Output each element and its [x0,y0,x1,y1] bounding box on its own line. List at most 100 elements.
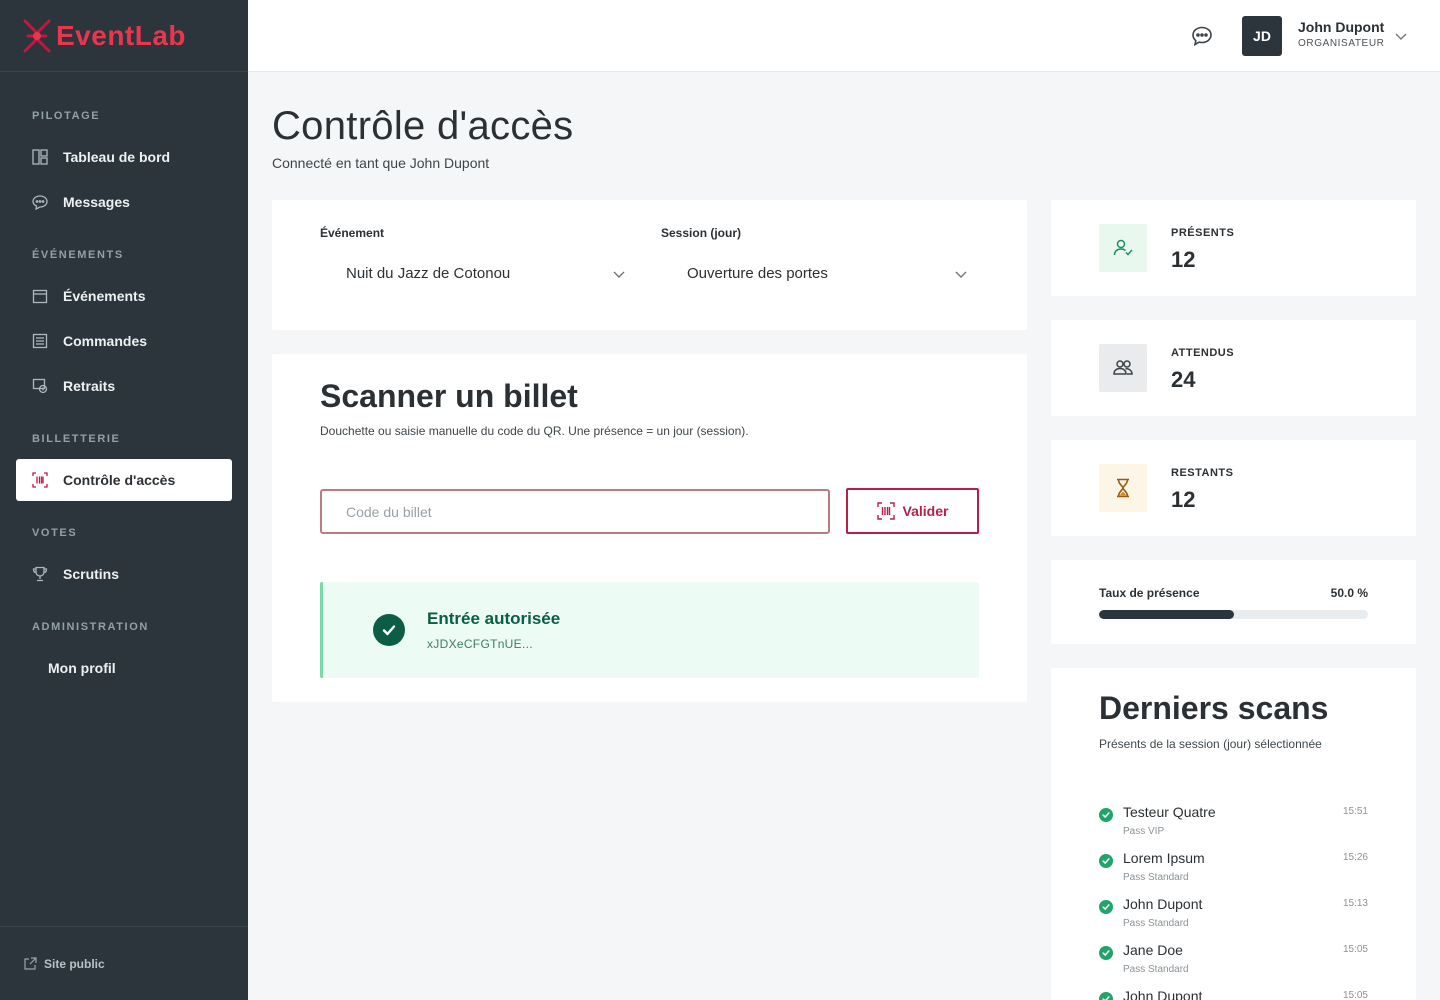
sidebar-item-label: Scrutins [63,566,120,582]
brand[interactable]: EventLab [0,0,248,72]
sidebar-item-orders[interactable]: Commandes [0,320,232,362]
withdraw-icon [32,378,48,394]
dashboard-icon [32,149,48,165]
orders-icon [32,333,48,349]
check-circle-icon [1099,900,1113,914]
stat-label: ATTENDUS [1171,347,1235,359]
result-title: Entrée autorisée [427,609,561,628]
sidebar-item-label: Messages [63,194,130,210]
page-subtitle: Connecté en tant que John Dupont [272,155,490,171]
scan-time: 15:51 [1342,806,1368,817]
scan-pass: Pass Standard [1123,872,1189,883]
nav-section-billetterie: BILLETTERIE [32,433,121,445]
sidebar: EventLab PILOTAGE Tableau de bord Messag… [0,0,248,1000]
sidebar-item-events[interactable]: Événements [0,275,232,317]
sidebar-item-label: Contrôle d'accès [63,472,176,488]
users-icon [1099,344,1147,392]
list-item: Jane Doe Pass Standard 15:05 [1099,940,1368,986]
scan-pass: Pass Standard [1123,964,1189,975]
stat-value: 12 [1171,487,1196,512]
sidebar-item-profile[interactable]: Mon profil [0,647,232,689]
logo-icon [23,19,51,52]
scan-result-success: Entrée autorisée xJDXeCFGTnUE... [320,582,979,678]
site-public-label: Site public [44,956,105,971]
session-label: Session (jour) [661,226,742,240]
topbar: JD John Dupont ORGANISATEUR [248,0,1440,72]
scan-name: Lorem Ipsum [1123,850,1205,866]
chevron-down-icon[interactable] [954,267,968,281]
sidebar-item-withdrawals[interactable]: Retraits [0,365,232,407]
recent-title: Derniers scans [1099,690,1329,726]
site-public-link[interactable]: Site public [0,926,248,1000]
scan-name: John Dupont [1123,896,1203,912]
scan-pass: Pass Standard [1123,918,1189,929]
nav-section-pilotage: PILOTAGE [32,110,101,122]
sidebar-item-label: Tableau de bord [63,149,171,165]
event-label: Événement [320,226,385,240]
ticket-code-input[interactable] [320,489,830,534]
stat-remaining: RESTANTS 12 [1051,440,1416,536]
event-select[interactable]: Nuit du Jazz de Cotonou [346,265,510,282]
user-check-icon [1099,224,1147,272]
scan-name: Testeur Quatre [1123,804,1216,820]
check-circle-icon [1099,808,1113,822]
sidebar-item-label: Commandes [63,333,148,349]
scanner-title: Scanner un billet [320,378,578,414]
sidebar-item-label: Mon profil [48,660,116,676]
recent-scans-list: Testeur Quatre Pass VIP 15:51 Lorem Ipsu… [1099,802,1368,1000]
list-item: John Dupont 15:05 [1099,986,1368,1000]
nav-section-administration: ADMINISTRATION [32,621,149,633]
attendance-value: 50.0 % [1330,586,1368,600]
check-circle-icon [1099,946,1113,960]
avatar[interactable]: JD [1242,16,1282,56]
stat-value: 12 [1171,247,1196,272]
recent-scans-card: Derniers scans Présents de la session (j… [1051,668,1416,1000]
calendar-icon [32,288,48,304]
scanner-card: Scanner un billet Douchette ou saisie ma… [272,354,1027,702]
chat-icon [32,194,48,210]
validate-button[interactable]: Valider [846,488,979,534]
stat-label: PRÉSENTS [1171,227,1235,239]
session-select[interactable]: Ouverture des portes [687,265,828,282]
scan-time: 15:05 [1342,990,1368,1000]
sidebar-item-access-control[interactable]: Contrôle d'accès [16,459,232,501]
attendance-label: Taux de présence [1099,586,1200,600]
list-item: Testeur Quatre Pass VIP 15:51 [1099,802,1368,848]
result-code: xJDXeCFGTnUE... [427,637,533,651]
trophy-icon [32,566,48,582]
stat-present: PRÉSENTS 12 [1051,200,1416,296]
messages-icon[interactable] [1190,24,1214,48]
sidebar-item-label: Retraits [63,378,116,394]
stat-value: 24 [1171,367,1196,392]
sidebar-item-label: Événements [63,288,146,304]
user-name[interactable]: John Dupont [1298,19,1384,35]
nav-section-evenements: ÉVÉNEMENTS [32,249,124,261]
filters-card: Événement Nuit du Jazz de Cotonou Sessio… [272,200,1027,330]
nav-section-votes: VOTES [32,527,78,539]
stat-label: RESTANTS [1171,467,1234,479]
attendance-progress-fill [1099,610,1234,619]
check-circle-icon [373,614,405,646]
list-item: Lorem Ipsum Pass Standard 15:26 [1099,848,1368,894]
sidebar-item-messages[interactable]: Messages [0,181,232,223]
chevron-down-icon[interactable] [1394,29,1408,43]
list-item: John Dupont Pass Standard 15:13 [1099,894,1368,940]
scan-name: Jane Doe [1123,942,1183,958]
sidebar-item-dashboard[interactable]: Tableau de bord [0,136,232,178]
hourglass-icon [1099,464,1147,512]
stat-expected: ATTENDUS 24 [1051,320,1416,416]
check-circle-icon [1099,854,1113,868]
user-role: ORGANISATEUR [1298,38,1385,49]
sidebar-item-polls[interactable]: Scrutins [0,553,232,595]
check-circle-icon [1099,992,1113,1000]
scan-name: John Dupont [1123,988,1203,1000]
barcode-scan-icon [32,472,48,488]
main-nav: PILOTAGE Tableau de bord Messages ÉVÉNEM… [0,72,248,689]
brand-name: EventLab [56,19,187,51]
barcode-scan-icon [876,502,895,520]
validate-label: Valider [902,503,949,519]
chevron-down-icon[interactable] [612,267,626,281]
scan-time: 15:05 [1342,944,1368,955]
attendance-progress-bar [1099,610,1368,619]
scanner-description: Douchette ou saisie manuelle du code du … [320,424,749,438]
